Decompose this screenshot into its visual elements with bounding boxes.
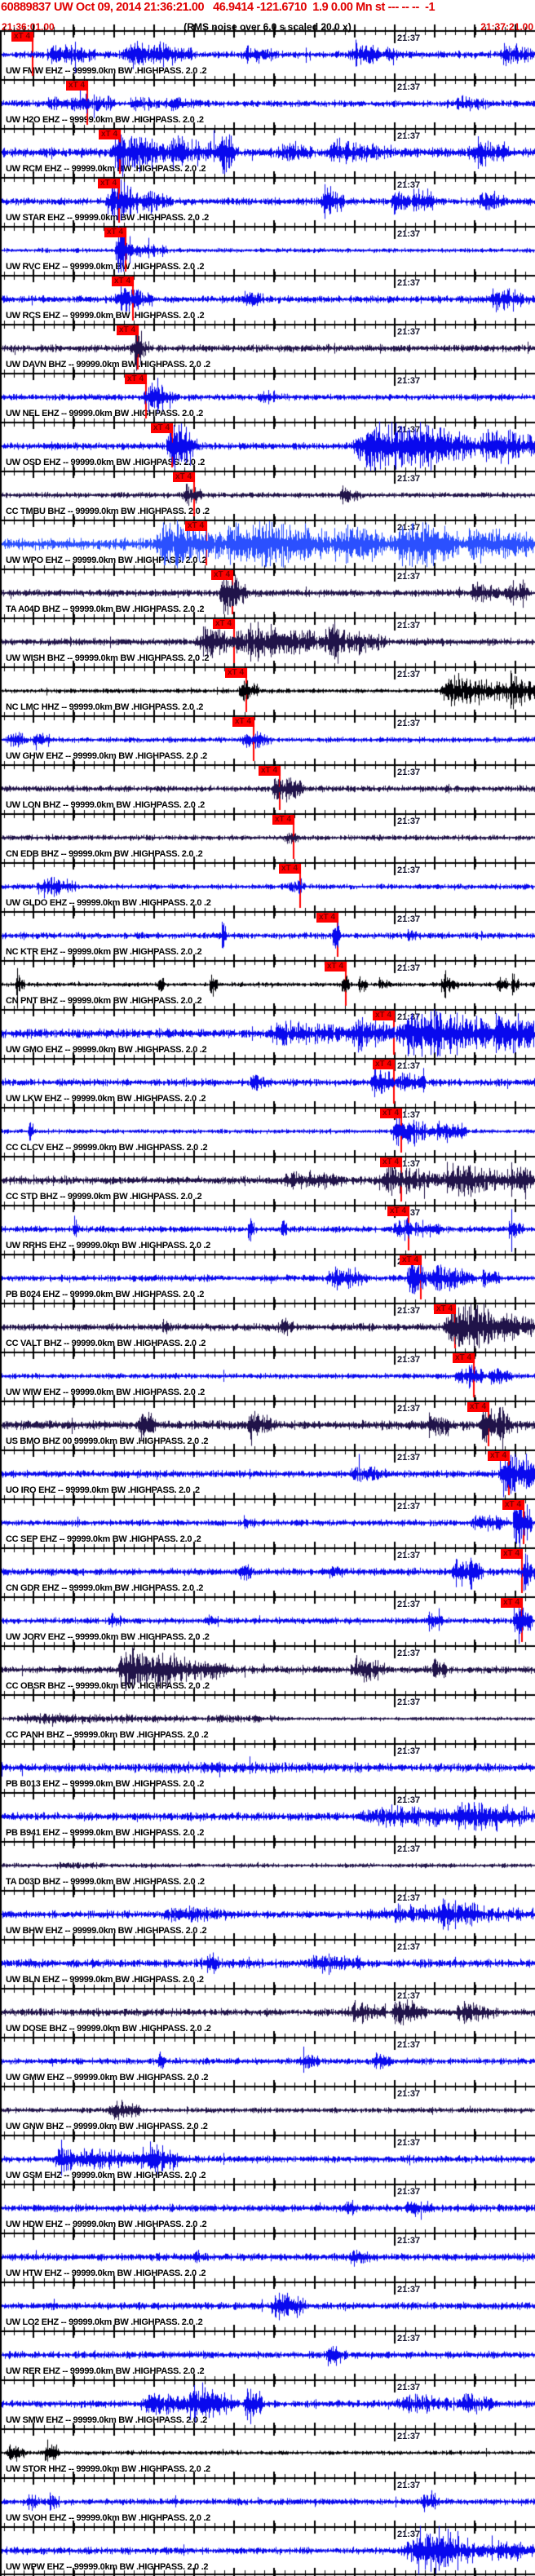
pick-flag[interactable]: xT 4 [453,1353,475,1363]
pick-flag[interactable]: xT 4 [501,1549,523,1559]
pick-flag[interactable]: xT 4 [98,179,120,188]
pick-flag[interactable]: xT 4 [112,277,134,286]
pick-flag[interactable]: xT 4 [380,1157,402,1167]
pick-flag[interactable]: xT 4 [259,766,281,776]
pick-flag[interactable]: xT 4 [467,1402,489,1412]
pick-flag[interactable]: xT 4 [232,717,254,727]
pick-flag[interactable]: xT 4 [211,570,233,580]
pick-flag[interactable]: xT 4 [117,325,139,335]
pick-flag[interactable]: xT 4 [387,1206,409,1216]
pick-flag[interactable]: xT 4 [400,1255,422,1265]
pick-flag[interactable]: xT 4 [316,913,338,923]
pick-flag[interactable]: xT 4 [502,1500,524,1510]
pick-flag[interactable]: xT 4 [373,1060,395,1069]
pick-flag[interactable]: xT 4 [11,32,33,42]
pick-flag[interactable]: xT 4 [213,619,235,629]
pick-flag[interactable]: xT 4 [488,1451,510,1461]
pick-flag[interactable]: xT 4 [173,472,195,482]
pick-flag[interactable]: xT 4 [373,1011,395,1020]
waveform-canvas[interactable] [0,0,535,2576]
pick-flag[interactable]: xT 4 [272,815,294,825]
pick-flag[interactable]: xT 4 [279,864,301,874]
pick-flag[interactable]: xT 4 [125,374,147,384]
pick-flag[interactable]: xT 4 [99,130,121,139]
pick-flag[interactable]: xT 4 [66,81,88,91]
seismic-analysis-window: 60889837 UW Oct 09, 2014 21:36:21.00 46.… [0,0,535,2576]
pick-flag[interactable]: xT 4 [151,423,173,433]
pick-flag[interactable]: xT 4 [434,1304,456,1314]
pick-flag[interactable]: xT 4 [104,228,126,237]
trace-gather-area: UW FMW EHZ -- 99999.0km BW .HIGHPASS. 2.… [0,0,535,2576]
pick-flag[interactable]: xT 4 [501,1598,523,1608]
pick-flag[interactable]: xT 4 [380,1109,402,1118]
pick-flag[interactable]: xT 4 [225,668,247,678]
pick-flag[interactable]: xT 4 [325,962,347,972]
pick-flag[interactable]: xT 4 [185,521,207,531]
